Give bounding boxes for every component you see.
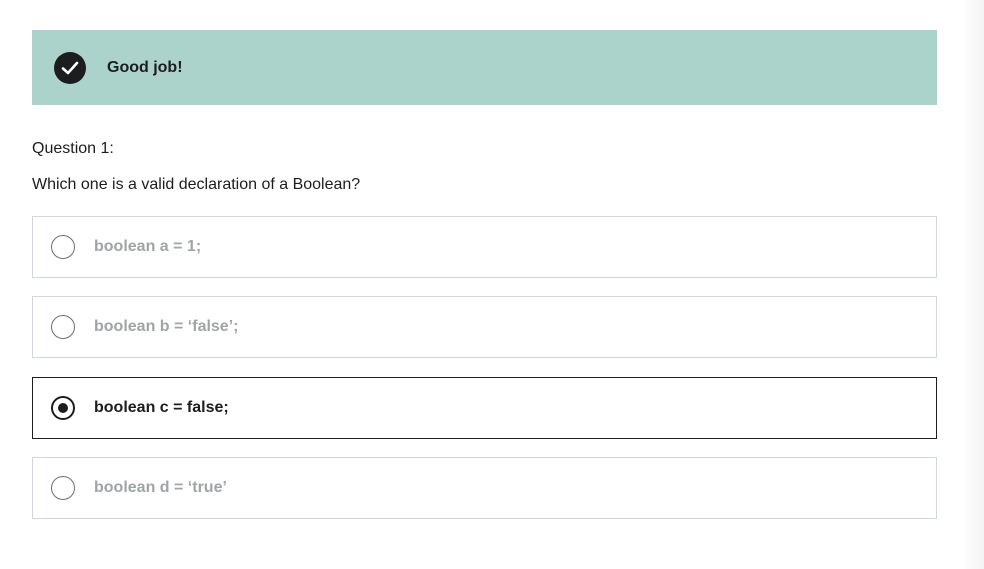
radio-selected-dot (58, 403, 68, 413)
answer-option-d[interactable]: boolean d = ‘true’ (32, 457, 937, 519)
check-circle-icon (54, 52, 86, 84)
result-message: Good job! (107, 59, 183, 76)
radio-button[interactable] (51, 315, 75, 339)
radio-button-selected[interactable] (51, 396, 75, 420)
answer-option-a[interactable]: boolean a = 1; (32, 216, 937, 278)
answer-option-label: boolean c = false; (94, 399, 229, 416)
answer-option-label: boolean b = ‘false’; (94, 318, 239, 335)
question-number: Question 1: (32, 140, 114, 157)
answer-option-label: boolean a = 1; (94, 238, 202, 255)
scroll-edge-shadow (962, 0, 984, 569)
radio-button[interactable] (51, 476, 75, 500)
quiz-page: Good job! Question 1: Which one is a val… (0, 0, 984, 569)
question-prompt: Which one is a valid declaration of a Bo… (32, 176, 361, 193)
answer-option-label: boolean d = ‘true’ (94, 479, 227, 496)
radio-button[interactable] (51, 235, 75, 259)
result-banner: Good job! (32, 30, 937, 105)
answer-option-c[interactable]: boolean c = false; (32, 377, 937, 439)
answer-option-b[interactable]: boolean b = ‘false’; (32, 296, 937, 358)
